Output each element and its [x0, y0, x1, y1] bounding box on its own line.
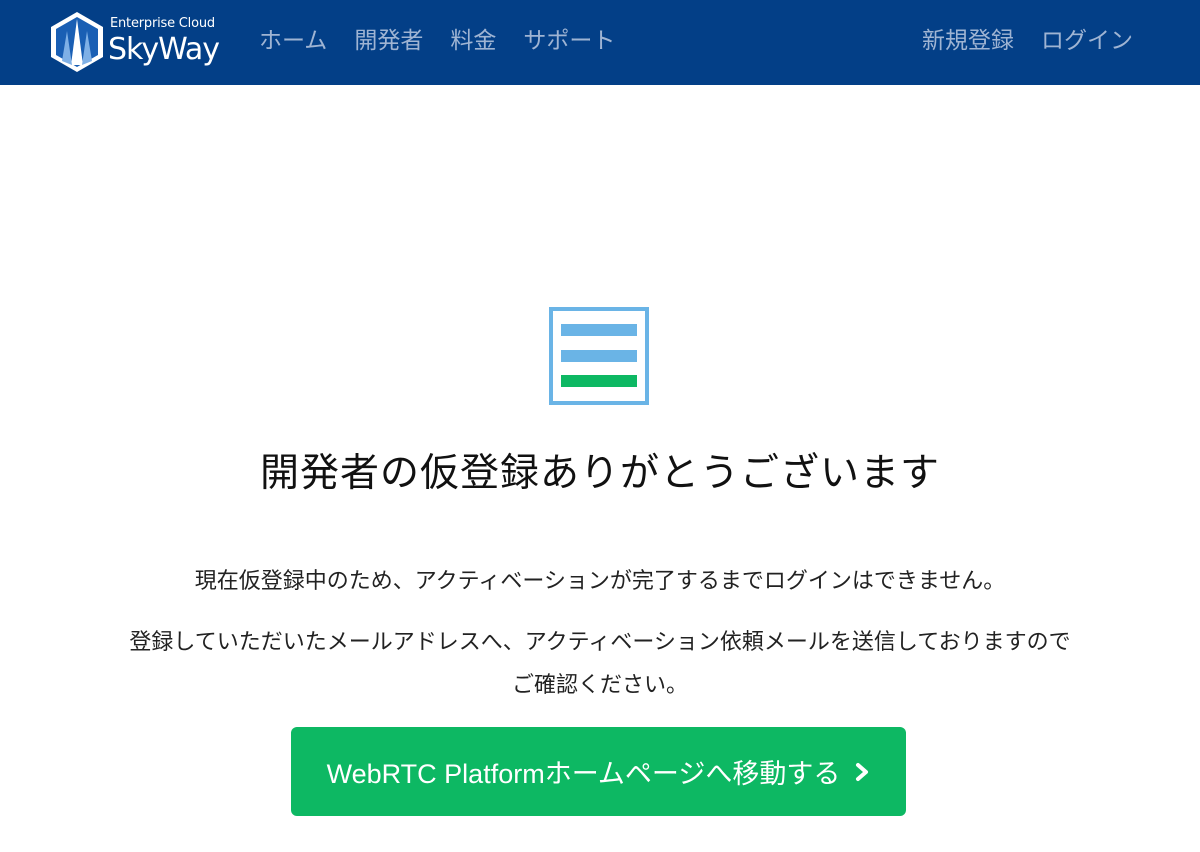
go-to-homepage-button[interactable]: WebRTC Platformホームページへ移動する: [291, 727, 906, 816]
nav-home[interactable]: ホーム: [259, 26, 327, 56]
chevron-right-icon: [856, 762, 869, 781]
email-sent-message-line2: ご確認ください。: [511, 673, 688, 698]
main-nav: ホーム 開発者 料金 サポート: [259, 26, 642, 56]
form-icon: [549, 307, 649, 405]
nav-signup[interactable]: 新規登録: [922, 26, 1014, 56]
logo-title: SkyWay: [108, 32, 220, 67]
account-nav: 新規登録 ログイン: [895, 26, 1133, 56]
email-sent-message-line1: 登録していただいたメールアドレスへ、アクティベーション依頼メールを送信しておりま…: [129, 630, 1071, 655]
skyway-logo-icon: [51, 12, 103, 72]
go-to-homepage-label: WebRTC Platformホームページへ移動する: [326, 759, 841, 789]
page-title: 開発者の仮登録ありがとうございます: [259, 451, 940, 496]
nav-developers[interactable]: 開発者: [354, 26, 423, 56]
pending-activation-message: 現在仮登録中のため、アクティベーションが完了するまでログインはできません。: [194, 569, 1006, 594]
nav-pricing[interactable]: 料金: [450, 26, 496, 56]
top-navbar: Enterprise Cloud SkyWay ホーム 開発者 料金 サポート …: [0, 0, 1200, 85]
skyway-logo[interactable]: Enterprise Cloud SkyWay: [50, 10, 230, 74]
nav-support[interactable]: サポート: [523, 26, 615, 56]
logo-subtitle: Enterprise Cloud: [110, 16, 215, 31]
nav-login[interactable]: ログイン: [1041, 26, 1133, 56]
